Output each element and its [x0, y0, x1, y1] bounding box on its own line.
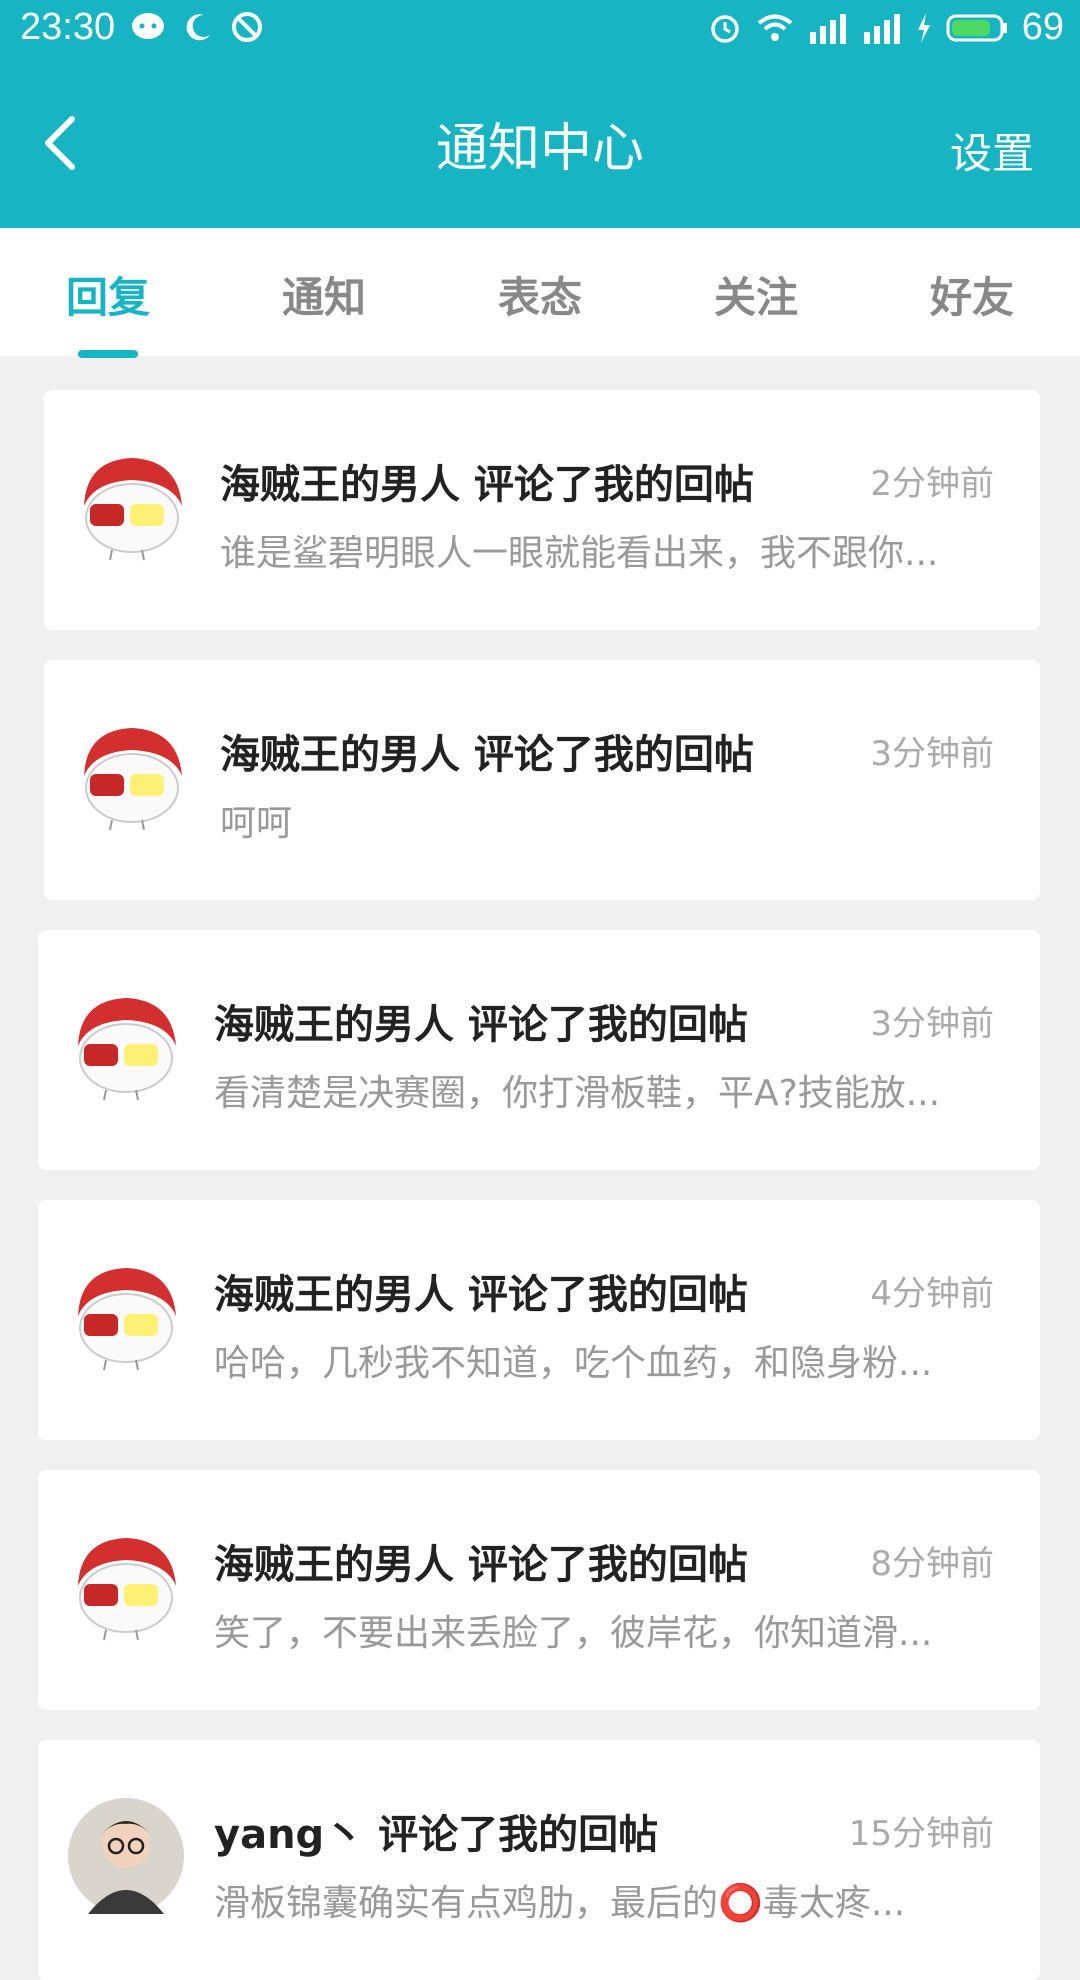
charging-icon	[916, 12, 932, 43]
battery-icon	[946, 13, 1008, 43]
list-item[interactable]: 海贼王的男人 评论了我的回帖 3分钟前 呵呵	[44, 660, 1040, 900]
list-item[interactable]: 海贼王的男人 评论了我的回帖 8分钟前 笑了，不要出来丢脸了，彼岸花，你知道滑.…	[38, 1470, 1040, 1710]
notification-time: 2分钟前	[870, 464, 994, 504]
avatar	[84, 728, 182, 831]
avatar	[78, 1538, 176, 1641]
tab-follow[interactable]: 关注	[676, 264, 836, 325]
status-bar: 23:30 69	[0, 0, 1080, 58]
do-not-disturb-icon	[230, 10, 264, 44]
list-item[interactable]: 海贼王的男人 评论了我的回帖 4分钟前 哈哈，几秒我不知道，吃个血药，和隐身粉.…	[38, 1200, 1040, 1440]
notification-title: 海贼王的男人 评论了我的回帖	[214, 1002, 748, 1048]
tab-reply[interactable]: 回复	[28, 264, 188, 325]
notification-time: 4分钟前	[870, 1274, 994, 1314]
status-time: 23:30	[20, 6, 116, 48]
list-item[interactable]: 海贼王的男人 评论了我的回帖 2分钟前 谁是鲨碧明眼人一眼就能看出来，我不跟你.…	[44, 390, 1040, 630]
settings-button[interactable]: 设置	[950, 120, 1034, 181]
list-item[interactable]: yang丶 评论了我的回帖 15分钟前 滑板锦囊确实有点鸡肋，最后的⭕毒太疼..…	[38, 1740, 1040, 1980]
avatar	[84, 458, 182, 561]
notification-time: 3分钟前	[870, 1004, 994, 1044]
notification-preview: 呵呵	[220, 803, 293, 844]
notification-preview: 哈哈，几秒我不知道，吃个血药，和隐身粉...	[214, 1343, 933, 1384]
signal-icon	[862, 12, 902, 44]
notification-time: 8分钟前	[870, 1544, 994, 1584]
notification-title: 海贼王的男人 评论了我的回帖	[220, 732, 754, 778]
moon-icon	[182, 11, 214, 43]
avatar	[68, 1798, 184, 1914]
active-tab-indicator	[78, 350, 138, 358]
battery-percentage: 69	[1021, 6, 1064, 48]
tab-friends[interactable]: 好友	[892, 264, 1052, 325]
notification-title: 海贼王的男人 评论了我的回帖	[220, 462, 754, 508]
chat-bubble-icon	[130, 11, 166, 43]
wifi-icon	[756, 13, 794, 43]
notification-preview: 滑板锦囊确实有点鸡肋，最后的⭕毒太疼...	[214, 1883, 906, 1924]
app-header: 通知中心 设置	[0, 58, 1080, 228]
tab-reaction[interactable]: 表态	[460, 264, 620, 325]
notification-preview: 看清楚是决赛圈，你打滑板鞋，平A?技能放...	[214, 1073, 941, 1114]
notification-title: 海贼王的男人 评论了我的回帖	[214, 1542, 748, 1588]
notification-time: 15分钟前	[848, 1814, 994, 1854]
signal-4g-icon	[808, 12, 848, 44]
notification-title: yang丶 评论了我的回帖	[214, 1812, 659, 1858]
tab-bar: 回复 通知 表态 关注 好友	[0, 228, 1080, 358]
notification-preview: 谁是鲨碧明眼人一眼就能看出来，我不跟你...	[220, 533, 939, 574]
page-title: 通知中心	[435, 119, 644, 179]
alarm-icon	[708, 11, 742, 45]
list-item[interactable]: 海贼王的男人 评论了我的回帖 3分钟前 看清楚是决赛圈，你打滑板鞋，平A?技能放…	[38, 930, 1040, 1170]
tab-notice[interactable]: 通知	[244, 264, 404, 325]
notification-title: 海贼王的男人 评论了我的回帖	[214, 1272, 748, 1318]
notification-preview: 笑了，不要出来丢脸了，彼岸花，你知道滑...	[214, 1613, 933, 1654]
avatar	[78, 1268, 176, 1371]
notification-time: 3分钟前	[870, 734, 994, 774]
avatar	[78, 998, 176, 1101]
